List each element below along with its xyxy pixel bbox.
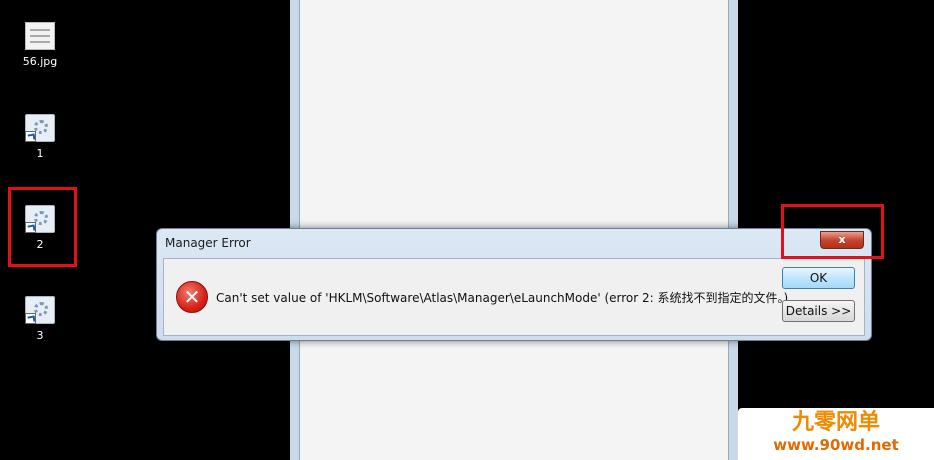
desktop-icon-label: 1 <box>36 147 44 160</box>
highlight-box-icon <box>8 187 77 267</box>
details-button[interactable]: Details >> <box>782 300 855 322</box>
desktop-icon-label: 56.jpg <box>22 55 58 68</box>
error-message: Can't set value of 'HKLM\Software\Atlas\… <box>216 291 789 305</box>
error-icon: ✕ <box>176 281 208 313</box>
watermark-url: www.90wd.net <box>773 436 899 454</box>
app-shortcut-icon <box>25 296 55 324</box>
desktop-icon-1[interactable]: 1 <box>10 114 70 160</box>
desktop-icon-label: 3 <box>36 329 44 342</box>
watermark: 九零网单 www.90wd.net <box>738 408 934 460</box>
highlight-box-close <box>781 204 884 259</box>
app-shortcut-icon <box>25 114 55 142</box>
dialog-body: ✕ Can't set value of 'HKLM\Software\Atla… <box>163 258 865 336</box>
dialog-title: Manager Error <box>165 236 251 250</box>
desktop-icon-3[interactable]: 3 <box>10 296 70 342</box>
error-dialog: Manager Error x ✕ Can't set value of 'HK… <box>156 228 872 341</box>
desktop-icon-56jpg[interactable]: 56.jpg <box>10 22 70 68</box>
watermark-brand: 九零网单 <box>791 410 880 435</box>
ok-button[interactable]: OK <box>782 267 855 289</box>
image-file-icon <box>25 22 55 50</box>
